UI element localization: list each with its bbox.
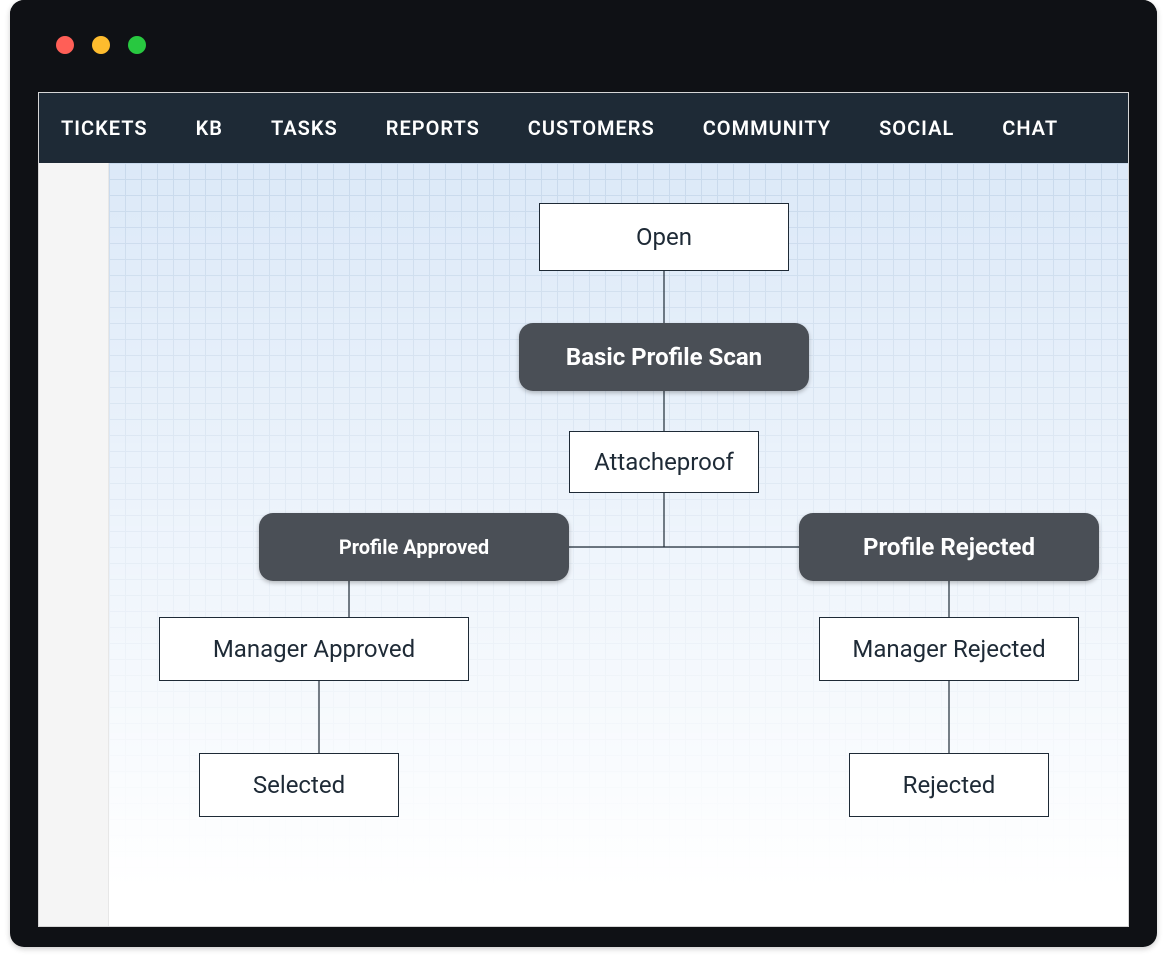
state-manager-approved[interactable]: Manager Approved xyxy=(159,617,469,681)
sidebar xyxy=(39,163,109,926)
nav-label: SOCIAL xyxy=(879,116,954,140)
nav-tasks[interactable]: TASKS xyxy=(271,116,338,140)
workflow-canvas[interactable]: Open Basic Profile Scan Attacheproof Pro… xyxy=(109,163,1128,926)
window-zoom-icon[interactable] xyxy=(128,36,146,54)
state-rejected[interactable]: Rejected xyxy=(849,753,1049,817)
nav-label: REPORTS xyxy=(386,116,480,140)
nav-label: COMMUNITY xyxy=(703,116,831,140)
nav-kb[interactable]: KB xyxy=(196,116,223,140)
node-label: Attacheproof xyxy=(594,448,734,476)
nav-reports[interactable]: REPORTS xyxy=(386,116,480,140)
state-attacheproof[interactable]: Attacheproof xyxy=(569,431,759,493)
nav-label: CHAT xyxy=(1002,116,1058,140)
node-label: Manager Rejected xyxy=(852,635,1045,663)
app-inner: TICKETS KB TASKS REPORTS CUSTOMERS COMMU… xyxy=(38,92,1129,927)
canvas-wrap: Open Basic Profile Scan Attacheproof Pro… xyxy=(39,163,1128,926)
window-minimize-icon[interactable] xyxy=(92,36,110,54)
node-label: Rejected xyxy=(903,771,996,799)
window-close-icon[interactable] xyxy=(56,36,74,54)
node-label: Open xyxy=(636,223,692,251)
nav-community[interactable]: COMMUNITY xyxy=(703,116,831,140)
nav-customers[interactable]: CUSTOMERS xyxy=(528,116,655,140)
action-basic-profile-scan[interactable]: Basic Profile Scan xyxy=(519,323,809,391)
node-label: Selected xyxy=(253,771,345,799)
node-label: Manager Approved xyxy=(213,635,415,663)
nav-chat[interactable]: CHAT xyxy=(1002,116,1058,140)
state-selected[interactable]: Selected xyxy=(199,753,399,817)
window-titlebar xyxy=(10,0,1157,90)
state-manager-rejected[interactable]: Manager Rejected xyxy=(819,617,1079,681)
nav-label: TASKS xyxy=(271,116,338,140)
node-label: Basic Profile Scan xyxy=(566,343,762,371)
state-open[interactable]: Open xyxy=(539,203,789,271)
nav-label: CUSTOMERS xyxy=(528,116,655,140)
action-profile-rejected[interactable]: Profile Rejected xyxy=(799,513,1099,581)
nav-label: TICKETS xyxy=(61,116,148,140)
node-label: Profile Rejected xyxy=(863,533,1035,561)
nav-social[interactable]: SOCIAL xyxy=(879,116,954,140)
action-profile-approved[interactable]: Profile Approved xyxy=(259,513,569,581)
nav-tickets[interactable]: TICKETS xyxy=(61,116,148,140)
app-window: TICKETS KB TASKS REPORTS CUSTOMERS COMMU… xyxy=(10,0,1157,947)
main-navbar: TICKETS KB TASKS REPORTS CUSTOMERS COMMU… xyxy=(39,93,1128,163)
node-label: Profile Approved xyxy=(339,535,489,559)
nav-label: KB xyxy=(196,116,223,140)
